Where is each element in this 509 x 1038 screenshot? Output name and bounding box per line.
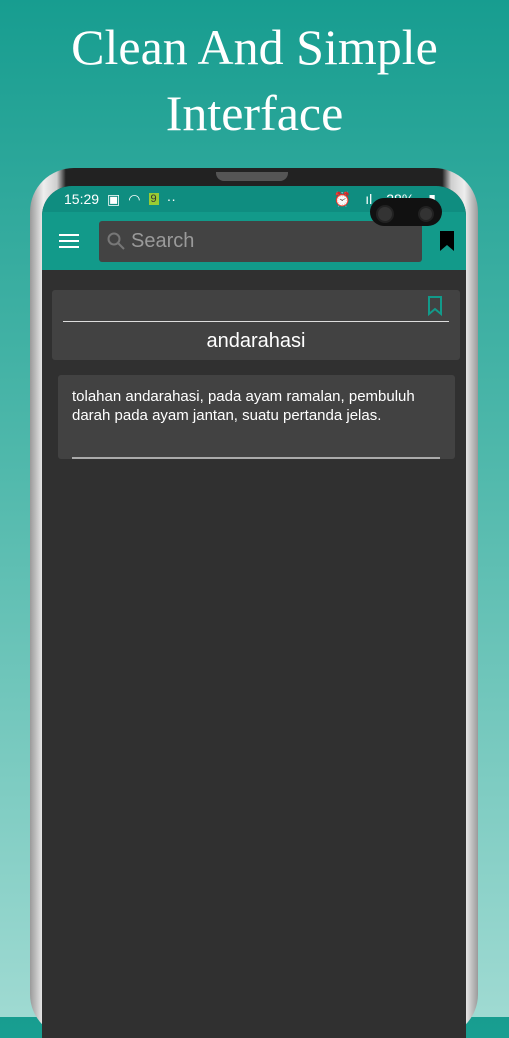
alarm-icon: ⏰ (333, 190, 352, 207)
front-camera-cutout (370, 198, 442, 226)
hamburger-icon[interactable] (59, 234, 79, 248)
phone-frame: 15:29 ▣ ◠ 9 ·· ⏰ ıl 28% ▮ Search andarah… (30, 168, 478, 1038)
promo-headline: Clean And Simple Interface (0, 14, 509, 146)
app-screen: 15:29 ▣ ◠ 9 ·· ⏰ ıl 28% ▮ Search andarah… (42, 186, 466, 1038)
search-icon (107, 232, 125, 250)
bookmark-outline-icon[interactable] (427, 296, 443, 316)
bookmark-icon[interactable] (440, 231, 454, 251)
more-notifications-icon: ·· (166, 191, 176, 207)
app-notification-icon: 9 (148, 193, 159, 205)
divider (63, 321, 449, 322)
definition-text: tolahan andarahasi, pada ayam ramalan, p… (72, 388, 415, 424)
phone-speaker (216, 172, 288, 181)
headline-line-1: Clean And Simple (71, 19, 438, 75)
headline-line-2: Interface (165, 85, 344, 141)
word-card: andarahasi (52, 290, 460, 360)
image-notification-icon: ▣ (107, 190, 121, 207)
cloud-notification-icon: ◠ (128, 190, 141, 207)
search-placeholder: Search (131, 229, 195, 252)
search-input[interactable]: Search (99, 220, 422, 262)
divider (72, 457, 440, 459)
status-time: 15:29 (64, 191, 100, 207)
word-title: andarahasi (206, 330, 306, 352)
definition-card: tolahan andarahasi, pada ayam ramalan, p… (58, 375, 455, 459)
